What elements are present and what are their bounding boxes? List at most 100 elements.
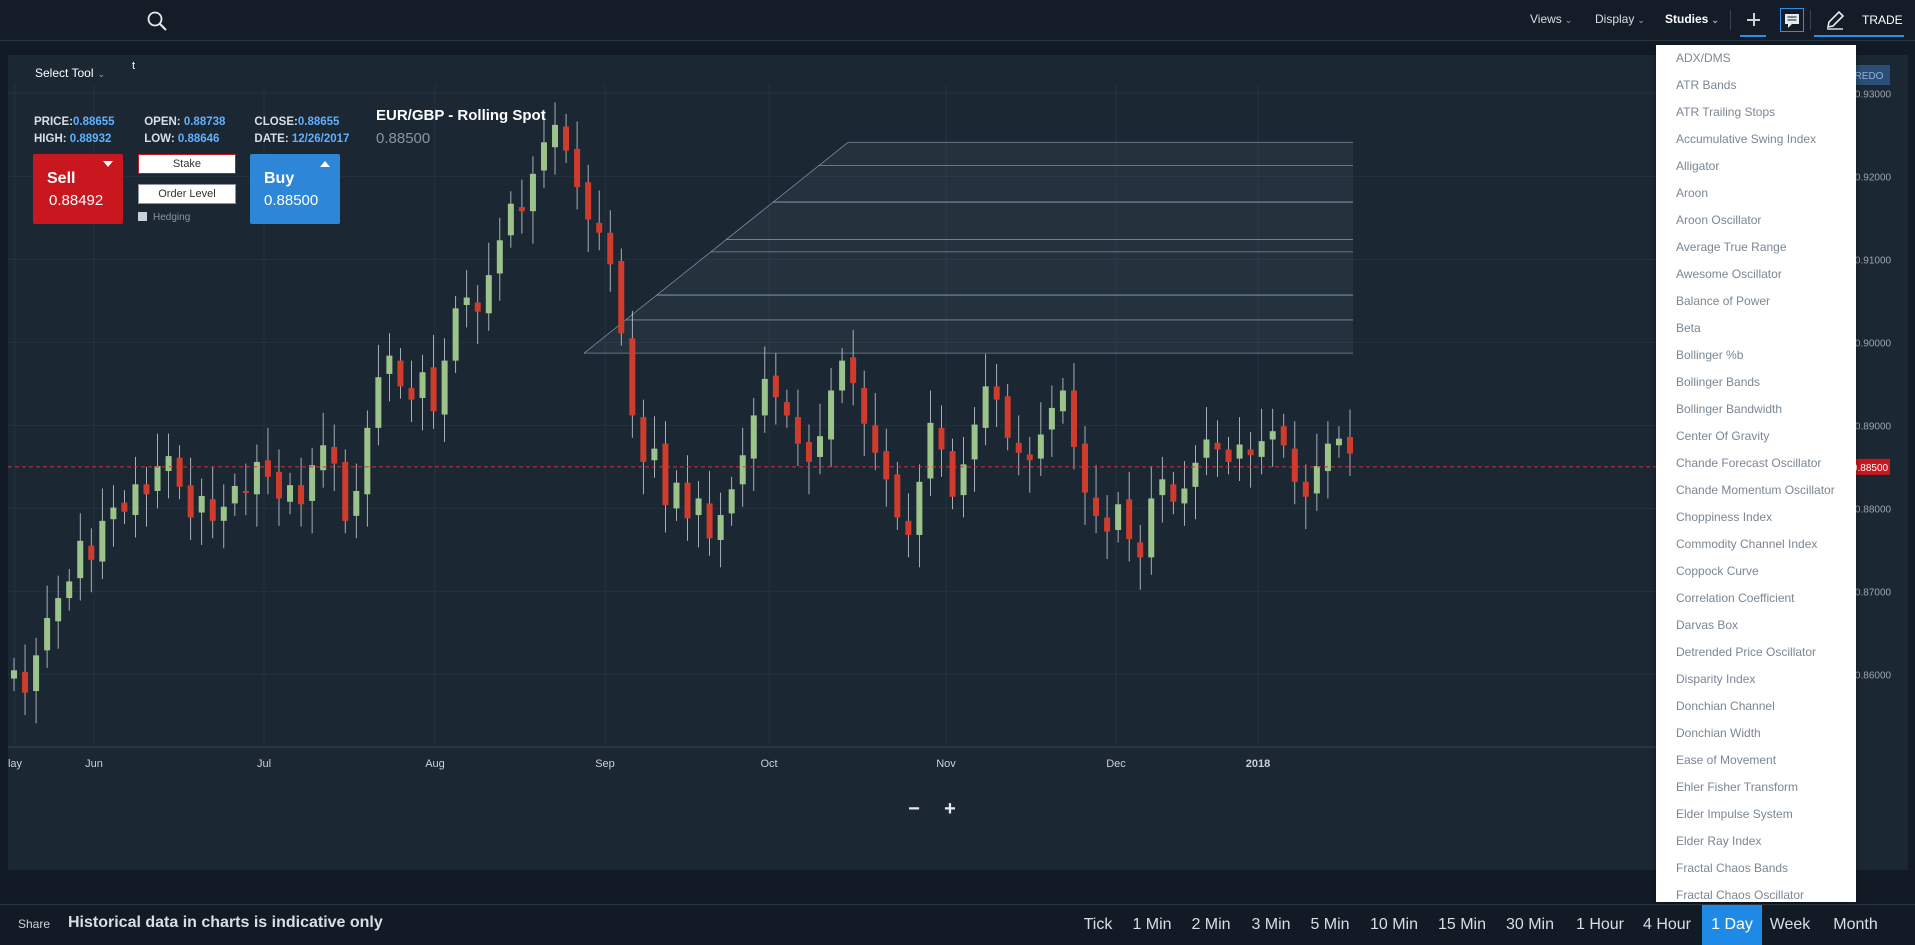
study-item[interactable]: Balance of Power [1656, 288, 1856, 315]
y-tick-label: 0.88000 [1855, 504, 1892, 515]
study-item[interactable]: Awesome Oscillator [1656, 261, 1856, 288]
candle-down [618, 261, 625, 334]
study-item[interactable]: Center Of Gravity [1656, 423, 1856, 450]
studies-menu-button[interactable]: Studies ⌄ [1665, 12, 1719, 26]
order-level-input[interactable]: Order Level [138, 184, 236, 204]
study-item[interactable]: Coppock Curve [1656, 558, 1856, 585]
candle-up [927, 422, 934, 479]
chevron-down-icon: ⌄ [97, 69, 106, 79]
zoom-out-button[interactable]: − [898, 797, 930, 823]
study-item[interactable]: Bollinger %b [1656, 342, 1856, 369]
instrument-price: 0.88500 [376, 130, 431, 147]
study-item[interactable]: ADX/DMS [1656, 45, 1856, 72]
plus-icon[interactable] [1740, 6, 1766, 34]
timeframe-15-min[interactable]: 15 Min [1432, 905, 1492, 945]
candle-down [1104, 517, 1111, 532]
study-item[interactable]: ATR Bands [1656, 72, 1856, 99]
candle-up [463, 297, 470, 305]
low-value: 0.88646 [177, 133, 220, 145]
zoom-in-button[interactable]: + [934, 797, 966, 823]
study-item[interactable]: Disparity Index [1656, 666, 1856, 693]
x-tick-label: lay [8, 758, 23, 770]
study-item[interactable]: Aroon [1656, 180, 1856, 207]
candle-down [574, 148, 581, 188]
active-underline [1814, 35, 1904, 37]
timeframe-3-min[interactable]: 3 Min [1245, 905, 1297, 945]
study-item[interactable]: Ease of Movement [1656, 747, 1856, 774]
candle-up [44, 617, 51, 651]
y-tick-label: 0.90000 [1855, 338, 1892, 349]
buy-button[interactable]: Buy 0.88500 [250, 154, 340, 224]
study-item[interactable]: Beta [1656, 315, 1856, 342]
candle-down [22, 671, 29, 693]
study-item[interactable]: Donchian Width [1656, 720, 1856, 747]
select-tool-dropdown[interactable]: Select Tool ⌄ [35, 66, 105, 80]
candle-up [309, 465, 316, 501]
candle-up [828, 390, 835, 440]
study-item[interactable]: Choppiness Index [1656, 504, 1856, 531]
study-item[interactable]: Accumulative Swing Index [1656, 126, 1856, 153]
timeframe-1-day[interactable]: 1 Day [1702, 905, 1762, 945]
candle-up [132, 484, 139, 516]
study-item[interactable]: Darvas Box [1656, 612, 1856, 639]
studies-dropdown[interactable]: ADX/DMS ATR Bands ATR Trailing Stops Accumu… [1656, 45, 1856, 902]
timeframe-tick[interactable]: Tick [1078, 905, 1118, 945]
disclaimer-text: Historical data in charts is indicative … [68, 914, 383, 931]
candle-down [1170, 484, 1177, 502]
timeframe-5-min[interactable]: 5 Min [1304, 905, 1356, 945]
study-item[interactable]: Elder Impulse System [1656, 801, 1856, 828]
caret-up-icon[interactable] [320, 161, 330, 167]
timeframe-1-min[interactable]: 1 Min [1126, 905, 1178, 945]
caret-down-icon[interactable] [103, 161, 113, 167]
study-item[interactable]: Chande Momentum Oscillator [1656, 477, 1856, 504]
share-button[interactable]: Share [18, 917, 50, 931]
study-item[interactable]: Commodity Channel Index [1656, 531, 1856, 558]
study-item[interactable]: Aroon Oscillator [1656, 207, 1856, 234]
study-item[interactable]: Bollinger Bandwidth [1656, 396, 1856, 423]
candle-down [872, 425, 879, 453]
study-item[interactable]: Fractal Chaos Oscillator [1656, 882, 1856, 902]
timeframe-10-min[interactable]: 10 Min [1364, 905, 1424, 945]
checkbox-icon[interactable] [138, 212, 147, 221]
candle-down [1280, 426, 1287, 446]
study-item[interactable]: Fractal Chaos Bands [1656, 855, 1856, 882]
timeframe-month[interactable]: Month [1828, 905, 1883, 945]
candle-down [706, 503, 713, 539]
study-item[interactable]: ATR Trailing Stops [1656, 99, 1856, 126]
fib-fill [584, 142, 1353, 354]
candle-up [761, 378, 768, 416]
candle-up [1203, 439, 1210, 458]
candle-up [287, 485, 294, 502]
timeframe-week[interactable]: Week [1765, 905, 1815, 945]
study-item[interactable]: Bollinger Bands [1656, 369, 1856, 396]
trade-button[interactable]: TRADE [1814, 6, 1903, 34]
x-tick-label: 2018 [1246, 758, 1270, 770]
sell-button[interactable]: Sell 0.88492 [33, 154, 123, 224]
stake-input[interactable]: Stake [138, 154, 236, 174]
display-menu[interactable]: Display ⌄ [1595, 12, 1645, 26]
candle-up [960, 464, 967, 496]
views-menu[interactable]: Views ⌄ [1530, 12, 1572, 26]
study-item[interactable]: Alligator [1656, 153, 1856, 180]
candle-down [905, 520, 912, 535]
timeframe-30-min[interactable]: 30 Min [1500, 905, 1560, 945]
study-item[interactable]: Elder Ray Index [1656, 828, 1856, 855]
study-item[interactable]: Chande Forecast Oscillator [1656, 450, 1856, 477]
timeframe-4-hour[interactable]: 4 Hour [1637, 905, 1697, 945]
views-label: Views [1530, 12, 1562, 26]
hedging-checkbox[interactable]: Hedging [138, 212, 190, 223]
study-item[interactable]: Correlation Coefficient [1656, 585, 1856, 612]
study-item[interactable]: Average True Range [1656, 234, 1856, 261]
candle-down [88, 545, 95, 560]
study-item[interactable]: Detrended Price Oscillator [1656, 639, 1856, 666]
study-item[interactable]: Donchian Channel [1656, 693, 1856, 720]
redo-label: REDO [1855, 71, 1884, 82]
timeframe-1-hour[interactable]: 1 Hour [1570, 905, 1630, 945]
candle-up [839, 360, 846, 391]
candle-down [397, 360, 404, 387]
price-value: 0.88655 [72, 116, 115, 128]
comment-icon[interactable] [1780, 8, 1804, 32]
study-item[interactable]: Ehler Fisher Transform [1656, 774, 1856, 801]
search-icon[interactable] [145, 9, 169, 33]
timeframe-2-min[interactable]: 2 Min [1185, 905, 1237, 945]
